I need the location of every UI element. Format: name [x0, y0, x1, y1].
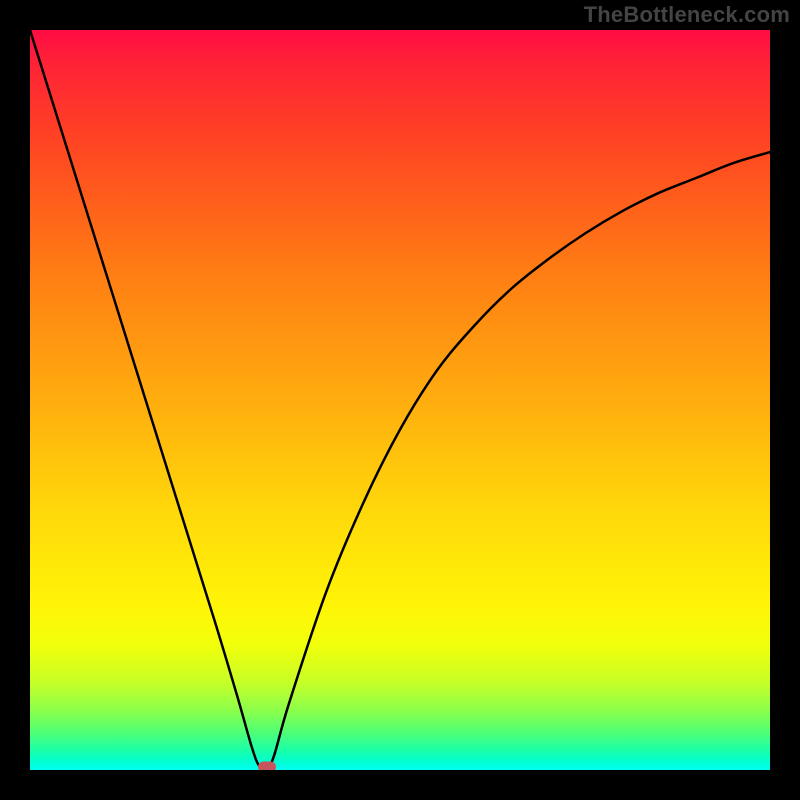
chart-frame: TheBottleneck.com	[0, 0, 800, 800]
plot-area	[30, 30, 770, 770]
curve-svg	[30, 30, 770, 770]
bottleneck-curve-path	[30, 30, 770, 770]
valley-marker	[258, 762, 276, 771]
watermark-text: TheBottleneck.com	[584, 2, 790, 28]
